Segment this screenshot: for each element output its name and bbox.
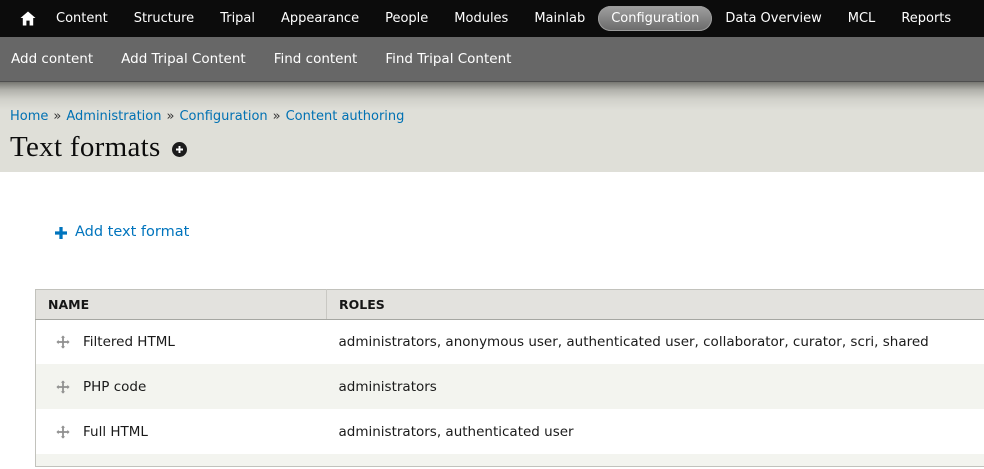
breadcrumb-content-authoring[interactable]: Content authoring	[286, 109, 405, 124]
admin-toolbar: Content Structure Tripal Appearance Peop…	[0, 0, 984, 37]
shortcut-add-tripal-content[interactable]: Add Tripal Content	[107, 45, 260, 73]
shortcut-bar: Add content Add Tripal Content Find cont…	[0, 37, 984, 82]
add-text-format-link[interactable]: Add text format	[55, 224, 189, 240]
breadcrumb-separator: »	[167, 109, 175, 124]
format-roles: administrators, authenticated user	[327, 409, 984, 454]
menu-item-structure[interactable]: Structure	[121, 6, 207, 31]
format-roles: administrators, anonymous user, authenti…	[327, 319, 984, 364]
home-icon[interactable]	[13, 0, 43, 37]
breadcrumb-separator: »	[53, 109, 61, 124]
admin-menu: Content Structure Tripal Appearance Peop…	[43, 6, 964, 31]
column-header-name: NAME	[36, 289, 327, 319]
table-header-row: NAME ROLES	[36, 289, 984, 319]
menu-item-reports[interactable]: Reports	[888, 6, 964, 31]
format-name: PHP code	[83, 379, 146, 395]
format-name: Filtered HTML	[83, 334, 175, 350]
menu-item-mainlab[interactable]: Mainlab	[521, 6, 598, 31]
add-shortcut-icon[interactable]	[172, 142, 187, 157]
breadcrumb: Home » Administration » Configuration » Conten…	[10, 82, 984, 124]
menu-item-tripal[interactable]: Tripal	[207, 6, 268, 31]
breadcrumb-home[interactable]: Home	[10, 109, 48, 124]
add-text-format-label: Add text format	[75, 224, 189, 240]
content-area: Add text format NAME ROLES Fi	[0, 172, 984, 467]
table-row-partial	[36, 454, 984, 466]
move-drag-icon[interactable]	[56, 335, 70, 349]
page-header: Home » Administration » Configuration » Conten…	[0, 82, 984, 172]
breadcrumb-separator: »	[273, 109, 281, 124]
page-title: Text formats	[10, 131, 161, 164]
table-row: Full HTML administrators, authenticated …	[36, 409, 984, 454]
menu-item-mcl[interactable]: MCL	[835, 6, 889, 31]
menu-item-content[interactable]: Content	[43, 6, 121, 31]
move-drag-icon[interactable]	[56, 380, 70, 394]
plus-icon	[55, 227, 67, 239]
menu-item-data-overview[interactable]: Data Overview	[712, 6, 834, 31]
shortcut-add-content[interactable]: Add content	[11, 45, 107, 73]
table-row: Filtered HTML administrators, anonymous …	[36, 319, 984, 364]
text-formats-table: NAME ROLES Filtered HTML administrators	[35, 289, 984, 467]
shortcut-find-content[interactable]: Find content	[260, 45, 372, 73]
menu-item-appearance[interactable]: Appearance	[268, 6, 372, 31]
table-row: PHP code administrators	[36, 364, 984, 409]
move-drag-icon[interactable]	[56, 425, 70, 439]
format-name: Full HTML	[83, 424, 148, 440]
menu-item-people[interactable]: People	[372, 6, 441, 31]
format-roles: administrators	[327, 364, 984, 409]
menu-item-configuration[interactable]: Configuration	[598, 6, 712, 31]
drupal-admin-screen: Content Structure Tripal Appearance Peop…	[0, 0, 984, 469]
shortcut-find-tripal-content[interactable]: Find Tripal Content	[371, 45, 525, 73]
column-header-roles: ROLES	[327, 289, 984, 319]
menu-item-modules[interactable]: Modules	[441, 6, 521, 31]
breadcrumb-configuration[interactable]: Configuration	[179, 109, 267, 124]
breadcrumb-administration[interactable]: Administration	[66, 109, 161, 124]
